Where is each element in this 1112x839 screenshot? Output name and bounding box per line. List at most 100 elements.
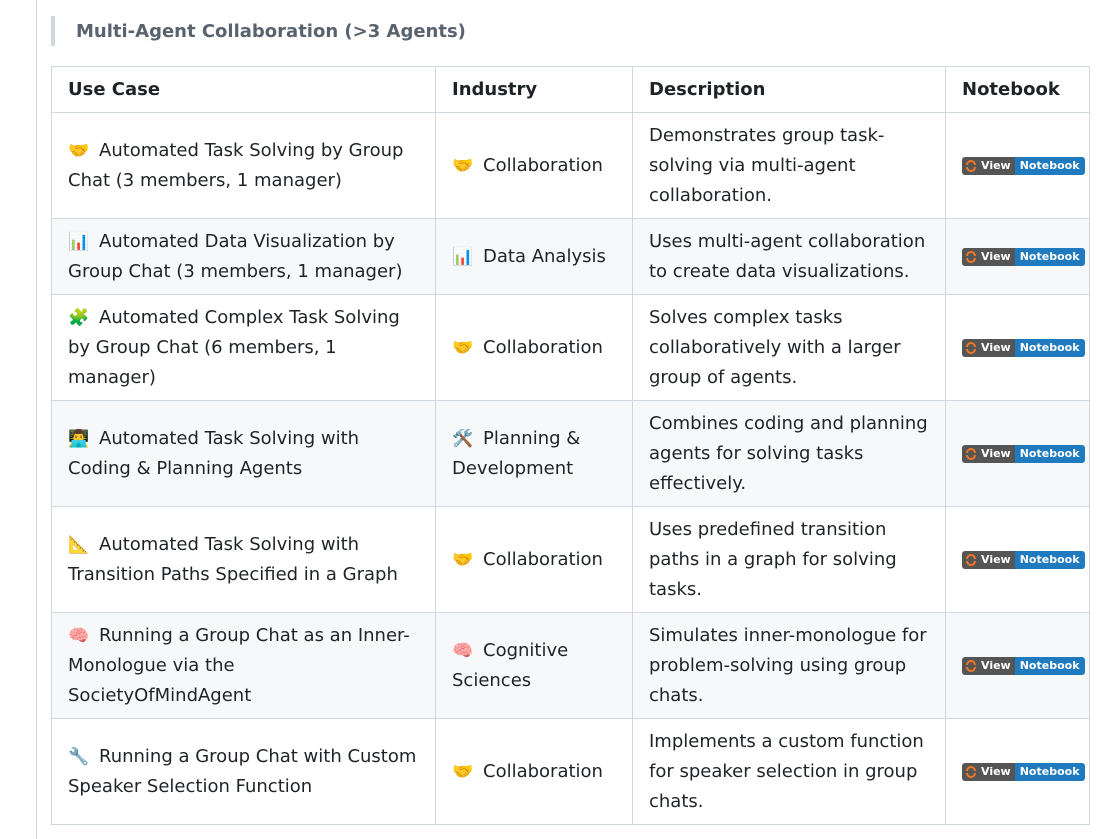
notebook-cell: View Notebook (945, 718, 1090, 825)
jupyter-logo-icon (965, 447, 977, 460)
brain-icon: 🧠 (452, 640, 474, 661)
description-cell: Uses multi-agent collaboration to create… (632, 218, 946, 295)
handshake-icon: 🤝 (452, 549, 474, 570)
badge-notebook-label: Notebook (1014, 550, 1085, 569)
badge-notebook-label: Notebook (1014, 762, 1085, 781)
handshake-icon: 🤝 (452, 155, 474, 176)
notebook-cell: View Notebook (945, 112, 1090, 219)
view-notebook-badge[interactable]: View Notebook (962, 247, 1085, 266)
badge-view-label: View (981, 158, 1011, 172)
description-cell: Uses predefined transition paths in a gr… (632, 506, 946, 613)
puzzle-piece-icon: 🧩 (68, 307, 90, 328)
use-case-label: Running a Group Chat with Custom Speaker… (68, 745, 417, 797)
description-cell: Combines coding and planning agents for … (632, 400, 946, 507)
badge-notebook-label: Notebook (1014, 444, 1085, 463)
industry-cell: 🧠 Cognitive Sciences (435, 612, 633, 719)
industry-cell: 🤝 Collaboration (435, 718, 633, 825)
industry-cell: 📊 Data Analysis (435, 218, 633, 295)
table-body: 🤝 Automated Task Solving by Group Chat (3… (51, 112, 1090, 825)
wrench-icon: 🔧 (68, 746, 90, 767)
view-notebook-badge[interactable]: View Notebook (962, 550, 1085, 569)
section-title: Multi-Agent Collaboration (>3 Agents) (76, 20, 466, 42)
industry-label: Collaboration (483, 760, 603, 782)
view-notebook-badge[interactable]: View Notebook (962, 338, 1085, 357)
table-row: 📐 Automated Task Solving with Transition … (51, 506, 1090, 613)
use-case-label: Automated Data Visualization by Group Ch… (68, 230, 403, 282)
use-case-cell: 🧠 Running a Group Chat as an Inner-Monolo… (51, 612, 436, 719)
triangular-ruler-icon: 📐 (68, 534, 90, 555)
header-notebook: Notebook (945, 66, 1090, 113)
hammer-and-wrench-icon: 🛠️ (452, 428, 474, 449)
description-cell: Solves complex tasks collaboratively wit… (632, 294, 946, 401)
badge-notebook-label: Notebook (1014, 247, 1085, 266)
view-notebook-badge[interactable]: View Notebook (962, 656, 1085, 675)
badge-view-part: View (962, 550, 1015, 569)
badge-view-part: View (962, 444, 1015, 463)
jupyter-logo-icon (965, 250, 977, 263)
notebook-cell: View Notebook (945, 506, 1090, 613)
industry-cell: 🤝 Collaboration (435, 112, 633, 219)
industry-cell: 🤝 Collaboration (435, 506, 633, 613)
view-notebook-badge[interactable]: View Notebook (962, 156, 1085, 175)
badge-view-part: View (962, 762, 1015, 781)
notebook-cell: View Notebook (945, 294, 1090, 401)
technologist-icon: 👨‍💻 (68, 428, 90, 449)
notebook-cell: View Notebook (945, 218, 1090, 295)
brain-icon: 🧠 (68, 625, 90, 646)
use-case-cell: 🔧 Running a Group Chat with Custom Speake… (51, 718, 436, 825)
description-cell: Demonstrates group task-solving via mult… (632, 112, 946, 219)
jupyter-logo-icon (965, 765, 977, 778)
handshake-icon: 🤝 (452, 761, 474, 782)
left-border (36, 0, 37, 839)
use-case-label: Automated Task Solving with Coding & Pla… (68, 427, 360, 479)
badge-view-label: View (981, 552, 1011, 566)
section-heading-block: Multi-Agent Collaboration (>3 Agents) (51, 16, 466, 46)
handshake-icon: 🤝 (452, 337, 474, 358)
bar-chart-icon: 📊 (68, 231, 90, 252)
jupyter-logo-icon (965, 553, 977, 566)
badge-view-label: View (981, 764, 1011, 778)
use-case-cell: 🤝 Automated Task Solving by Group Chat (3… (51, 112, 436, 219)
jupyter-logo-icon (965, 159, 977, 172)
use-case-cell: 📐 Automated Task Solving with Transition … (51, 506, 436, 613)
description-cell: Implements a custom function for speaker… (632, 718, 946, 825)
use-case-cell: 📊 Automated Data Visualization by Group C… (51, 218, 436, 295)
table-row: 👨‍💻 Automated Task Solving with Coding & … (51, 400, 1090, 507)
industry-cell: 🤝 Collaboration (435, 294, 633, 401)
table-row: 🧩 Automated Complex Task Solving by Group… (51, 294, 1090, 401)
view-notebook-badge[interactable]: View Notebook (962, 762, 1085, 781)
industry-label: Collaboration (483, 548, 603, 570)
industry-label: Collaboration (483, 154, 603, 176)
industry-label: Collaboration (483, 336, 603, 358)
view-notebook-badge[interactable]: View Notebook (962, 444, 1085, 463)
bar-chart-icon: 📊 (452, 246, 474, 267)
header-industry: Industry (435, 66, 633, 113)
badge-view-part: View (962, 338, 1015, 357)
table-row: 📊 Automated Data Visualization by Group C… (51, 218, 1090, 295)
badge-notebook-label: Notebook (1014, 156, 1085, 175)
description-cell: Simulates inner-monologue for problem-so… (632, 612, 946, 719)
badge-view-part: View (962, 156, 1015, 175)
header-description: Description (632, 66, 946, 113)
table-row: 🔧 Running a Group Chat with Custom Speake… (51, 718, 1090, 825)
table-header-row: Use Case Industry Description Notebook (51, 66, 1090, 113)
jupyter-logo-icon (965, 341, 977, 354)
notebook-cell: View Notebook (945, 400, 1090, 507)
table-row: 🧠 Running a Group Chat as an Inner-Monolo… (51, 612, 1090, 719)
use-case-cell: 🧩 Automated Complex Task Solving by Group… (51, 294, 436, 401)
notebook-cell: View Notebook (945, 612, 1090, 719)
use-case-table: Use Case Industry Description Notebook 🤝… (51, 66, 1090, 825)
badge-view-part: View (962, 656, 1015, 675)
use-case-label: Automated Complex Task Solving by Group … (68, 306, 400, 388)
badge-view-label: View (981, 340, 1011, 354)
badge-view-part: View (962, 247, 1015, 266)
badge-notebook-label: Notebook (1014, 656, 1085, 675)
use-case-label: Automated Task Solving by Group Chat (3 … (68, 139, 404, 191)
heading-accent-bar (51, 16, 55, 46)
industry-cell: 🛠️ Planning & Development (435, 400, 633, 507)
use-case-label: Running a Group Chat as an Inner-Monolog… (68, 624, 410, 706)
use-case-cell: 👨‍💻 Automated Task Solving with Coding & … (51, 400, 436, 507)
use-case-label: Automated Task Solving with Transition P… (68, 533, 398, 585)
jupyter-logo-icon (965, 659, 977, 672)
badge-view-label: View (981, 446, 1011, 460)
